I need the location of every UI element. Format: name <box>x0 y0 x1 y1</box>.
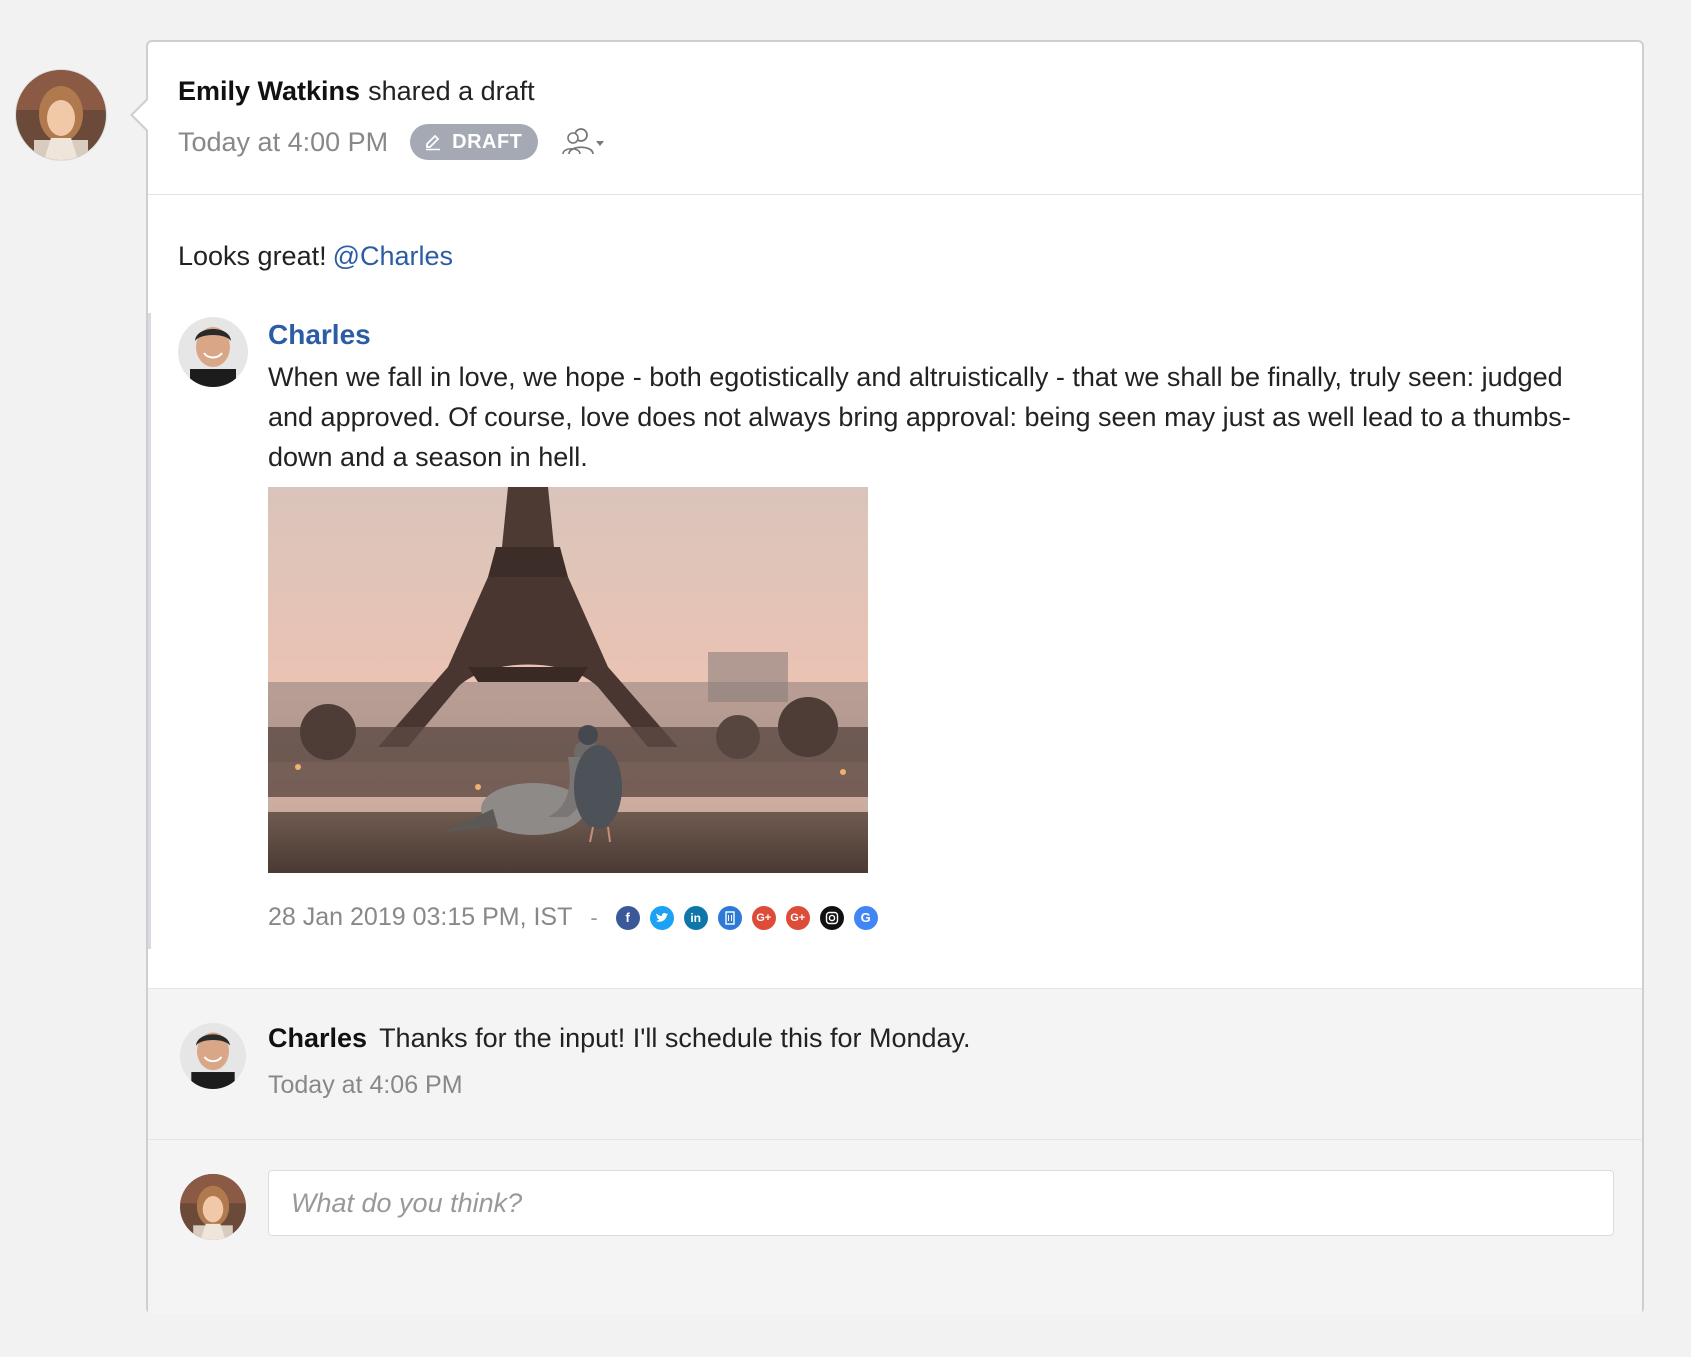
draft-text: When we fall in love, we hope - both ego… <box>268 362 1571 472</box>
people-icon <box>562 128 605 155</box>
pencil-icon <box>426 134 441 151</box>
reply-author[interactable]: Charles <box>268 1023 367 1053</box>
post-body: Looks great! @Charles Charles When we fal… <box>148 195 1642 987</box>
meta-separator: - <box>590 904 598 930</box>
reply-author-avatar[interactable] <box>180 1023 246 1089</box>
reply-item: Charles Thanks for the input! I'll schedu… <box>148 988 1642 1140</box>
post-action: shared a draft <box>368 76 535 106</box>
post-title: Emily Watkins shared a draft <box>178 76 535 107</box>
google-plus-icon[interactable]: G+ <box>751 905 776 930</box>
facebook-icon[interactable]: f <box>615 905 640 930</box>
draft-author-avatar[interactable] <box>178 317 248 387</box>
share-people-dropdown[interactable] <box>560 126 606 158</box>
instagram-icon[interactable] <box>819 905 844 930</box>
quote-bar <box>148 313 151 949</box>
post-author[interactable]: Emily Watkins <box>178 76 360 106</box>
comment-composer <box>148 1140 1642 1314</box>
reply-timestamp: Today at 4:06 PM <box>268 1071 463 1099</box>
poster-avatar[interactable] <box>16 70 106 160</box>
current-user-avatar <box>180 1174 246 1240</box>
mention-link[interactable]: @Charles <box>333 241 453 271</box>
scheduled-time: 28 Jan 2019 03:15 PM, IST <box>268 903 573 931</box>
google-icon[interactable]: G <box>853 905 878 930</box>
draft-badge: DRAFT <box>410 124 539 160</box>
reply-text: Thanks for the input! I'll schedule this… <box>379 1023 971 1053</box>
linkedin-icon[interactable]: in <box>683 905 708 930</box>
draft-badge-label: DRAFT <box>452 130 523 153</box>
comment-text: Looks great! @Charles <box>178 241 454 271</box>
draft-author[interactable]: Charles <box>268 319 371 351</box>
post-header: Emily Watkins shared a draft Today at 4:0… <box>148 42 1642 195</box>
google-plus-icon[interactable]: G+ <box>785 905 810 930</box>
twitter-icon[interactable] <box>649 905 674 930</box>
post-timestamp: Today at 4:00 PM <box>178 126 389 157</box>
draft-meta: 28 Jan 2019 03:15 PM, IST - f in G+ G+ G <box>268 903 888 932</box>
post-card: Emily Watkins shared a draft Today at 4:0… <box>130 40 1644 1314</box>
chevron-down-icon <box>596 141 605 146</box>
building-icon[interactable] <box>717 905 742 930</box>
draft-image[interactable] <box>268 487 868 873</box>
comment-input[interactable] <box>268 1170 1614 1236</box>
